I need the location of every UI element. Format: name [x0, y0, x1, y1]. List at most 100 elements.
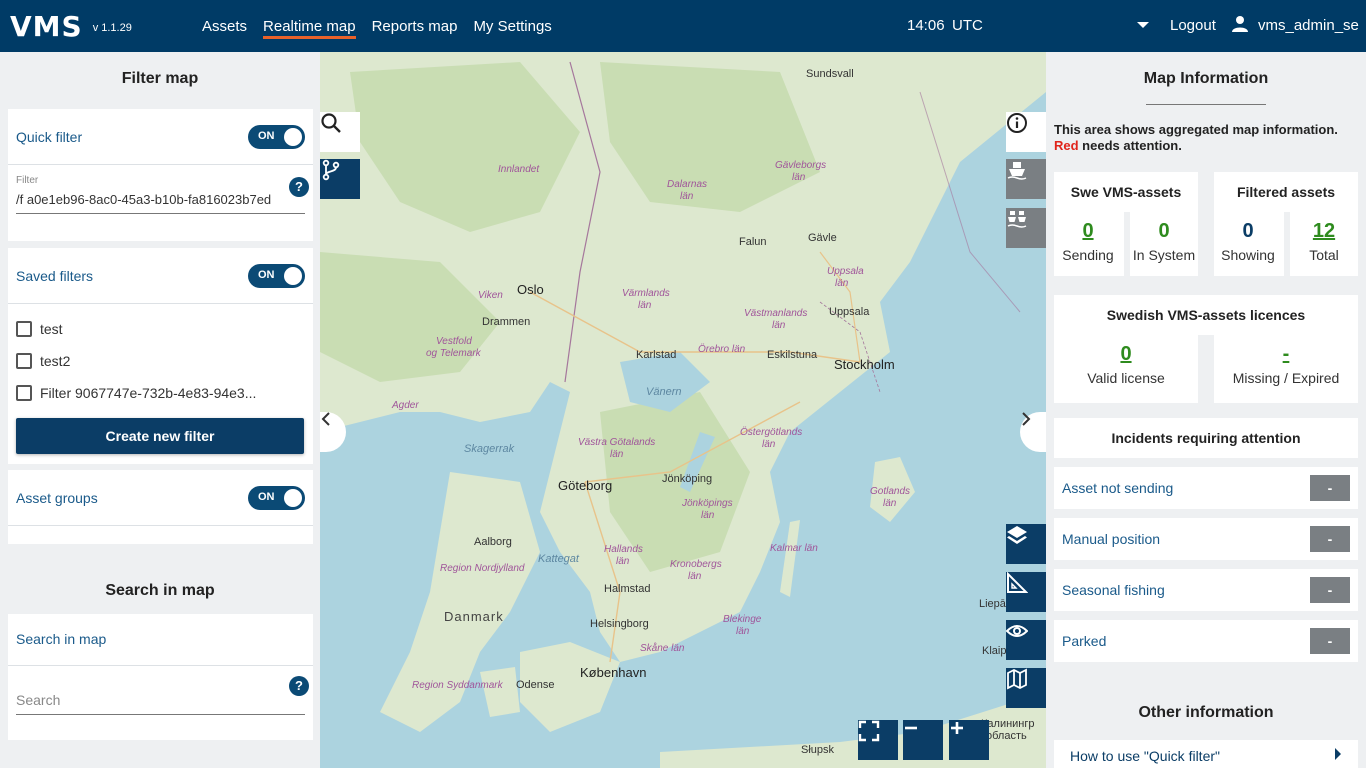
- nav-realtime-map[interactable]: Realtime map: [263, 14, 356, 39]
- map-label: Gotlands: [870, 486, 911, 497]
- map-label: Göteborg: [558, 478, 613, 493]
- search-label: Search in map: [16, 631, 107, 647]
- toggle-on-text: ON: [258, 129, 275, 142]
- map-label: län: [792, 172, 806, 183]
- quick-filter-help-link[interactable]: How to use "Quick filter": [1054, 740, 1358, 768]
- map-label: Drammen: [482, 316, 531, 328]
- valid-license-stat[interactable]: 0 Valid license: [1054, 343, 1198, 386]
- map-label: län: [772, 320, 786, 331]
- map-label: Viken: [478, 290, 503, 301]
- divider: [1146, 104, 1266, 105]
- map-label: Słupsk: [801, 744, 835, 756]
- quick-filter-row: Quick filter ON: [8, 109, 313, 165]
- map-label: Vänern: [646, 386, 682, 398]
- map-label: Uppsala: [829, 306, 870, 318]
- map-measure-button[interactable]: [1006, 572, 1046, 612]
- map-vessel-groups-button[interactable]: [1006, 208, 1046, 248]
- fullscreen-button[interactable]: [858, 720, 898, 760]
- incident-count-badge[interactable]: -: [1310, 475, 1350, 501]
- timezone-dropdown-icon[interactable]: [1137, 22, 1149, 28]
- map-label: län: [883, 498, 897, 509]
- map-label: län: [736, 626, 750, 637]
- map-label: Eskilstuna: [767, 349, 818, 361]
- checkbox[interactable]: [16, 353, 32, 369]
- toggle-on-text: ON: [258, 490, 275, 503]
- saved-filters-label: Saved filters: [16, 267, 94, 284]
- map-label: län: [701, 510, 715, 521]
- clock-time: 14:06: [907, 17, 945, 34]
- search-field-wrap: ? Search: [8, 666, 313, 740]
- other-info-title: Other information: [1138, 704, 1274, 721]
- incident-label: Asset not sending: [1062, 480, 1174, 496]
- incident-label: Seasonal fishing: [1062, 582, 1165, 598]
- map-label: Klaip: [982, 645, 1007, 657]
- saved-filter-list: test test2 Filter 9067747e-732b-4e83-94e…: [8, 304, 313, 409]
- map-label: Halmstad: [604, 583, 651, 595]
- map-visibility-button[interactable]: [1006, 620, 1046, 660]
- map-label: Jönköping: [662, 473, 713, 485]
- asset-groups-toggle[interactable]: ON: [248, 485, 305, 510]
- map-basemap-button[interactable]: [1006, 668, 1046, 708]
- map-route-button[interactable]: [320, 159, 360, 199]
- map-info-button[interactable]: [1006, 112, 1046, 152]
- logo[interactable]: VMS v 1.1.29: [10, 10, 194, 43]
- map-label: län: [762, 439, 776, 450]
- map-label: län: [688, 571, 702, 582]
- showing-value: 0: [1242, 220, 1254, 242]
- info-text-red: Red: [1054, 138, 1079, 153]
- map-label: Innlandet: [498, 164, 540, 175]
- incident-label: Manual position: [1062, 531, 1161, 547]
- sending-value[interactable]: 0: [1054, 220, 1122, 243]
- map-layers-button[interactable]: [1006, 524, 1046, 564]
- search-input[interactable]: Search: [16, 692, 305, 715]
- info-text-main: This area shows aggregated map informati…: [1054, 122, 1338, 137]
- saved-filter-label: Filter 9067747e-732b-4e83-94e3...: [40, 385, 257, 401]
- filter-input[interactable]: /f a0e1eb96-8ac0-45a3-b10b-fa816023b7ed: [16, 192, 305, 214]
- nav-my-settings[interactable]: My Settings: [473, 14, 551, 39]
- incident-count-badge[interactable]: -: [1310, 526, 1350, 552]
- saved-filter-item[interactable]: test2: [8, 345, 313, 377]
- incident-count-badge[interactable]: -: [1310, 577, 1350, 603]
- missing-license-stat[interactable]: - Missing / Expired: [1214, 343, 1358, 386]
- map-canvas[interactable]: Sundsvall Gävleborgs län Dalarnas län In…: [320, 52, 1046, 768]
- incident-count-badge[interactable]: -: [1310, 628, 1350, 654]
- map-label: Hallands: [604, 544, 643, 555]
- total-stat[interactable]: 12 Total: [1290, 220, 1358, 263]
- missing-license-value[interactable]: -: [1214, 343, 1358, 366]
- incident-row[interactable]: Asset not sending -: [1054, 467, 1358, 509]
- incident-row[interactable]: Seasonal fishing -: [1054, 569, 1358, 611]
- logout-link[interactable]: Logout: [1170, 17, 1216, 34]
- in-system-stat: 0 In System: [1130, 220, 1198, 263]
- nav-assets[interactable]: Assets: [202, 14, 247, 39]
- username[interactable]: vms_admin_se: [1258, 17, 1359, 34]
- saved-filter-item[interactable]: Filter 9067747e-732b-4e83-94e3...: [8, 377, 313, 409]
- incident-row[interactable]: Parked -: [1054, 620, 1358, 662]
- zoom-out-button[interactable]: [903, 720, 943, 760]
- map-label: København: [580, 665, 647, 680]
- sending-stat[interactable]: 0 Sending: [1054, 220, 1122, 263]
- quick-filter-toggle[interactable]: ON: [248, 124, 305, 149]
- incident-row[interactable]: Manual position -: [1054, 518, 1358, 560]
- valid-license-value[interactable]: 0: [1054, 343, 1198, 366]
- map-label: Region Nordjylland: [440, 563, 525, 574]
- map-label: Västra Götalands: [578, 437, 656, 448]
- showing-stat: 0 Showing: [1214, 220, 1282, 263]
- saved-filters-toggle[interactable]: ON: [248, 263, 305, 288]
- map-label: län: [638, 300, 652, 311]
- zoom-in-button[interactable]: [949, 720, 989, 760]
- map-search-button[interactable]: [320, 112, 360, 152]
- saved-filter-item[interactable]: test: [8, 313, 313, 345]
- checkbox[interactable]: [16, 385, 32, 401]
- total-value[interactable]: 12: [1290, 220, 1358, 243]
- saved-filters-row: Saved filters ON: [8, 248, 313, 304]
- map-label: Agder: [392, 400, 419, 411]
- filtered-assets-title: Filtered assets: [1236, 184, 1336, 200]
- create-filter-button[interactable]: Create new filter: [16, 418, 304, 454]
- nav-reports-map[interactable]: Reports map: [372, 14, 458, 39]
- map-vessels-button[interactable]: [1006, 159, 1046, 199]
- toggle-knob: [284, 266, 302, 285]
- map-background: [320, 52, 1046, 768]
- map-label: Danmark: [444, 609, 504, 624]
- asset-groups-row: Asset groups ON: [8, 470, 313, 526]
- checkbox[interactable]: [16, 321, 32, 337]
